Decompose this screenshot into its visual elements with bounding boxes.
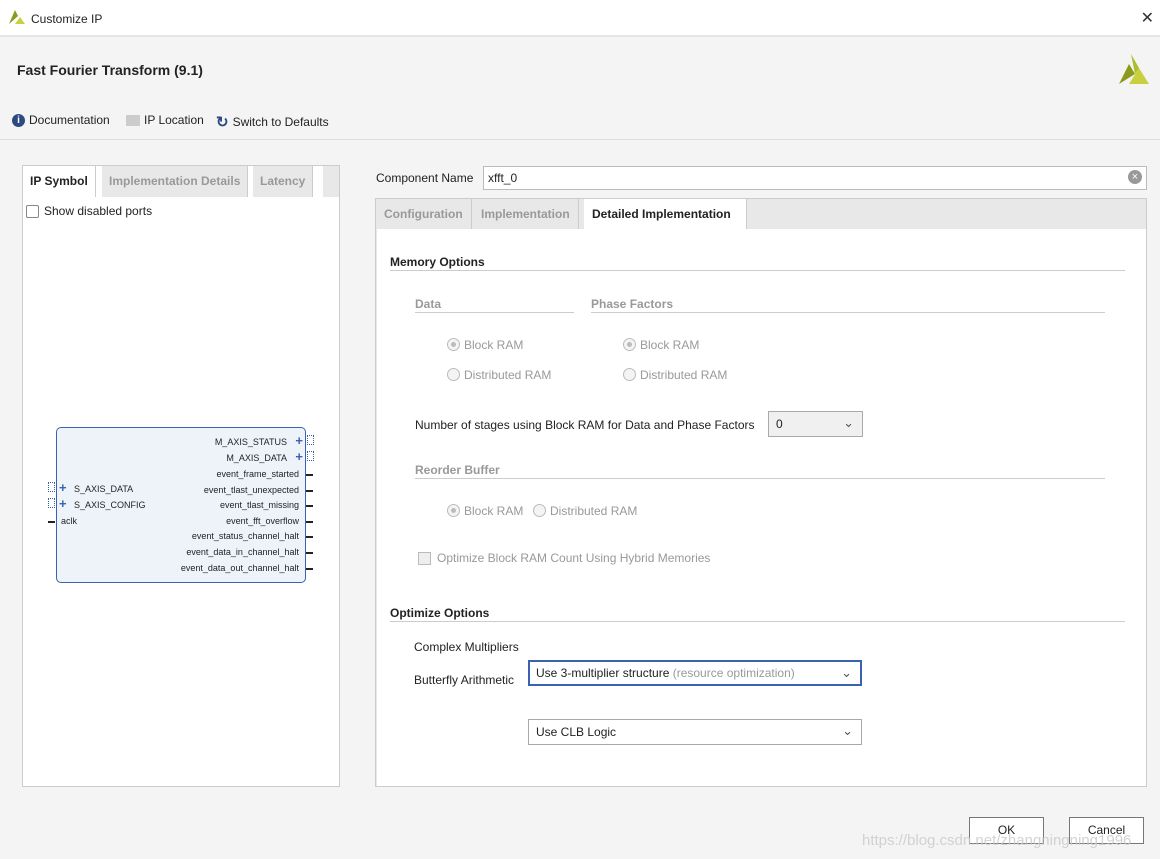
component-name-label: Component Name: [376, 171, 474, 185]
folder-icon: [126, 114, 140, 126]
component-name-value: xfft_0: [488, 171, 518, 185]
port-m-axis-data: M_AXIS_DATA: [226, 453, 287, 463]
reorder-buffer-heading: Reorder Buffer: [415, 463, 500, 477]
tab-implementation[interactable]: Implementation: [473, 199, 579, 229]
port-m-axis-status: M_AXIS_STATUS: [214, 437, 287, 447]
tab-latency[interactable]: Latency: [253, 166, 314, 197]
phase-factors-heading: Phase Factors: [591, 297, 674, 311]
chevron-down-icon: ⌄: [842, 723, 853, 738]
phase-block-ram-radio[interactable]: Block RAM: [623, 338, 699, 352]
tab-detailed-implementation[interactable]: Detailed Implementation: [584, 199, 747, 229]
title-bar: Customize IP ✕: [0, 0, 1160, 37]
tab-ip-symbol[interactable]: IP Symbol: [23, 166, 96, 197]
hybrid-memories-checkbox[interactable]: Optimize Block RAM Count Using Hybrid Me…: [418, 551, 710, 565]
data-heading: Data: [415, 297, 442, 311]
xilinx-logo-icon: [1119, 54, 1149, 84]
port: event_data_out_channel_halt: [180, 563, 299, 573]
port: event_fft_overflow: [226, 516, 299, 526]
chevron-down-icon: ⌄: [841, 665, 852, 680]
component-name-input[interactable]: xfft_0 ×: [483, 166, 1147, 190]
tab-content: Memory Options Data Phase Factors Block …: [377, 229, 1146, 786]
stages-label: Number of stages using Block RAM for Dat…: [415, 418, 755, 432]
ip-title: Fast Fourier Transform (9.1): [17, 62, 203, 78]
memory-options-heading: Memory Options: [390, 255, 485, 269]
configuration-panel: Configuration Implementation Detailed Im…: [375, 198, 1147, 787]
clear-icon[interactable]: ×: [1128, 170, 1142, 184]
port: event_status_channel_halt: [191, 531, 299, 541]
port: event_frame_started: [216, 469, 299, 479]
reorder-block-ram-radio[interactable]: Block RAM: [447, 504, 523, 518]
ip-symbol-block: M_AXIS_STATUS + M_AXIS_DATA + event_fram…: [48, 427, 314, 583]
close-button[interactable]: ✕: [1141, 8, 1154, 28]
switch-defaults-label: Switch to Defaults: [232, 115, 329, 129]
ip-location-label: IP Location: [144, 113, 204, 127]
port: event_tlast_unexpected: [203, 485, 299, 495]
complex-multipliers-select[interactable]: Use 3-multiplier structure (resource opt…: [528, 660, 862, 686]
show-disabled-label: Show disabled ports: [44, 204, 153, 218]
documentation-button[interactable]: i Documentation: [12, 113, 110, 127]
divider: [0, 139, 1160, 140]
expand-icon[interactable]: +: [295, 449, 303, 464]
expand-icon[interactable]: +: [59, 496, 67, 511]
refresh-icon: ↻: [216, 114, 229, 131]
tab-strip-filler: [323, 166, 339, 197]
chevron-down-icon: ⌄: [843, 415, 854, 430]
ip-symbol-panel: IP Symbol Implementation Details Latency…: [22, 165, 340, 787]
switch-to-defaults-button[interactable]: ↻ Switch to Defaults: [216, 113, 329, 131]
data-distributed-ram-radio[interactable]: Distributed RAM: [447, 368, 551, 382]
butterfly-arithmetic-label: Butterfly Arithmetic: [414, 673, 515, 687]
info-icon: i: [12, 113, 25, 127]
documentation-label: Documentation: [29, 113, 110, 127]
data-block-ram-radio[interactable]: Block RAM: [447, 338, 523, 352]
port: event_tlast_missing: [219, 500, 299, 510]
optimize-options-heading: Optimize Options: [390, 606, 490, 620]
port-aclk: aclk: [61, 516, 78, 526]
expand-icon[interactable]: +: [59, 480, 67, 495]
expand-icon[interactable]: +: [295, 433, 303, 448]
port-s-axis-config: S_AXIS_CONFIG: [74, 500, 146, 510]
reorder-distributed-ram-radio[interactable]: Distributed RAM: [533, 504, 637, 518]
ip-location-button[interactable]: IP Location: [126, 113, 204, 127]
stages-select[interactable]: 0 ⌄: [768, 411, 863, 437]
complex-multipliers-label: Complex Multipliers: [414, 640, 519, 654]
phase-distributed-ram-radio[interactable]: Distributed RAM: [623, 368, 727, 382]
show-disabled-ports-checkbox[interactable]: Show disabled ports: [26, 204, 152, 218]
window-title: Customize IP: [31, 12, 103, 26]
port-s-axis-data: S_AXIS_DATA: [74, 484, 134, 494]
port: event_data_in_channel_halt: [186, 547, 299, 557]
tab-implementation-details[interactable]: Implementation Details: [102, 166, 249, 197]
watermark: https://blog.csdn.net/zhangningning1996: [862, 832, 1132, 849]
butterfly-arithmetic-select[interactable]: Use CLB Logic ⌄: [528, 719, 862, 745]
vivado-logo-icon: [9, 10, 25, 24]
tab-configuration[interactable]: Configuration: [376, 199, 472, 229]
